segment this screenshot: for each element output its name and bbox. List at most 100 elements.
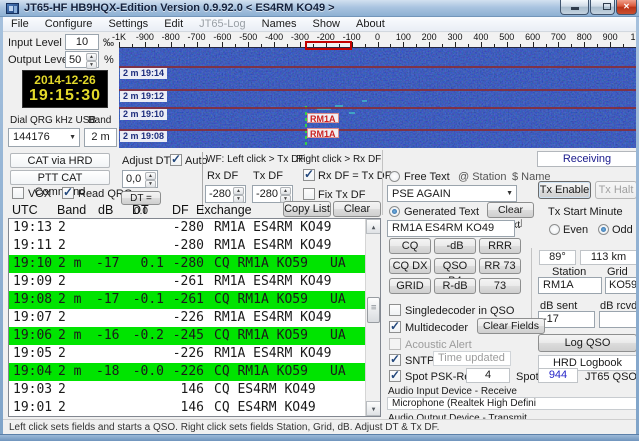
read-qrg-checkbox[interactable]: ✓ [62, 187, 74, 199]
cell-db [96, 381, 130, 399]
macro-73-button[interactable]: 73 [479, 278, 521, 294]
decode-rows: 19:132-280RM1A ES4RM KO4919:112-280RM1A … [9, 219, 380, 417]
decode-row[interactable]: 19:112-280RM1A ES4RM KO49 [9, 237, 380, 255]
rx-df-down[interactable]: ▼ [233, 195, 244, 203]
callsign-tag[interactable]: RM1A [307, 113, 339, 123]
ruler-label: -600 [213, 32, 231, 42]
cell-band: 2 [58, 237, 96, 255]
cell-band: 2 [58, 399, 96, 417]
dt-down[interactable]: ▼ [145, 180, 156, 188]
macro-rdb-button[interactable]: R-dB [434, 278, 476, 294]
generated-text-radio[interactable] [389, 206, 400, 217]
window-border-left [0, 0, 3, 441]
tx-enable-button[interactable]: Tx Enable [538, 181, 591, 199]
even-radio[interactable] [549, 224, 560, 235]
clear-fields-button[interactable]: Clear Fields [477, 318, 545, 334]
db-sent-input[interactable]: -17 [538, 311, 595, 328]
macro-grid-button[interactable]: GRID [389, 278, 431, 294]
chevron-down-icon[interactable]: ▼ [506, 190, 513, 197]
rx-df-stepper[interactable]: -280 ▲▼ [205, 185, 246, 203]
macro-db-button[interactable]: -dB [434, 238, 476, 254]
tx-message-input[interactable]: RM1A ES4RM KO49 [387, 220, 515, 237]
macro-rr73-button[interactable]: RR 73 [479, 258, 521, 274]
tx-halt-button[interactable]: Tx Halt [595, 181, 637, 199]
chevron-down-icon[interactable]: ▼ [69, 134, 76, 141]
ruler-label: 900 [603, 32, 618, 42]
menu-item-settings[interactable]: Settings [100, 17, 156, 32]
tx-df-up[interactable]: ▲ [280, 187, 291, 195]
decode-row[interactable]: 19:132-280RM1A ES4RM KO49 [9, 219, 380, 237]
menu-item-names[interactable]: Names [254, 17, 305, 32]
singledecoder-checkbox[interactable]: ✓ [389, 304, 401, 316]
macro-cq-button[interactable]: CQ [389, 238, 431, 254]
decode-row[interactable]: 19:072-226RM1A ES4RM KO49 [9, 309, 380, 327]
output-level-up[interactable]: ▲ [86, 53, 97, 61]
decode-row[interactable]: 19:062 m-16-0.2-245CQ RM1A KO59UA [9, 327, 380, 345]
minimize-icon [571, 7, 579, 10]
fix-tx-df-checkbox[interactable]: ✓ [303, 188, 315, 200]
rx-eq-tx-checkbox[interactable]: ✓ [303, 169, 315, 181]
grid-input[interactable]: KO59 [605, 277, 637, 294]
message-select[interactable]: PSE AGAIN ▼ [387, 185, 517, 202]
menu-item-about[interactable]: About [348, 17, 393, 32]
cell-exchange: CQ RM1A KO59 [204, 327, 322, 345]
output-level-stepper[interactable]: 50 ▲▼ [65, 51, 99, 68]
vox-checkbox[interactable]: ✓ [12, 187, 24, 199]
cell-dt [130, 219, 164, 237]
menu-item-file[interactable]: File [3, 17, 37, 32]
decode-row[interactable]: 19:032146CQ ES4RM KO49 [9, 381, 380, 399]
db-rcvd-input[interactable] [599, 311, 637, 328]
multidecoder-checkbox[interactable]: ✓ [389, 321, 401, 333]
ruler-label: 800 [577, 32, 592, 42]
macro-cqdx-button[interactable]: CQ DX [389, 258, 431, 274]
ruler-label: 600 [525, 32, 540, 42]
cat-via-hrd-button[interactable]: CAT via HRD [10, 153, 110, 168]
scroll-up-icon[interactable]: ▲ [366, 219, 381, 234]
clear-text-button[interactable]: Clear Text [487, 202, 534, 218]
decode-row[interactable]: 19:012146CQ ES4RM KO49 [9, 399, 380, 417]
cell-exchange: CQ RM1A KO59 [204, 255, 322, 273]
macro-qsob4-button[interactable]: QSO B4 [434, 258, 476, 274]
decode-row[interactable]: 19:052-226RM1A ES4RM KO49 [9, 345, 380, 363]
ruler-label: 500 [499, 32, 514, 42]
dial-qrg-combo[interactable]: 144176 ▼ [8, 128, 80, 147]
scrollbar-thumb[interactable] [367, 297, 380, 323]
odd-radio[interactable] [598, 224, 609, 235]
menu-item-configure[interactable]: Configure [37, 17, 101, 32]
dt-up[interactable]: ▲ [145, 172, 156, 180]
log-qso-button[interactable]: Log QSO [538, 334, 637, 352]
dt-stepper[interactable]: 0,0 ▲▼ [122, 170, 158, 188]
callsign-tag[interactable]: RM1A [307, 128, 339, 138]
waterfall-display[interactable]: 2 m 19:142 m 19:122 m 19:102 m 19:08RM1A… [119, 47, 636, 148]
acoustic-alert-checkbox[interactable]: ✓ [389, 338, 401, 350]
cell-utc: 19:04 [13, 363, 58, 381]
scrollbar[interactable]: ▲ ▼ [365, 219, 380, 416]
macro-rrr-button[interactable]: RRR [479, 238, 521, 254]
input-level-field[interactable]: 10 [65, 34, 99, 50]
decode-row[interactable]: 19:082 m-17-0.1-261CQ RM1A KO59UA [9, 291, 380, 309]
maximize-button[interactable] [590, 0, 615, 15]
clear-list-button[interactable]: Clear List [333, 201, 381, 217]
auto-dt-checkbox[interactable]: ✓ [170, 154, 182, 166]
free-text-radio[interactable] [389, 171, 400, 182]
output-level-down[interactable]: ▼ [86, 61, 97, 69]
menu-bar: FileConfigureSettingsEditJT65-LogNamesSh… [3, 17, 636, 32]
decode-row[interactable]: 19:092-261RM1A ES4RM KO49 [9, 273, 380, 291]
copy-list-button[interactable]: Copy List [283, 201, 331, 217]
minimize-button[interactable] [560, 0, 589, 15]
menu-item-edit[interactable]: Edit [156, 17, 191, 32]
cell-band: 2 [58, 273, 96, 291]
decode-row[interactable]: 19:042 m-18-0.0-226CQ RM1A KO59UA [9, 363, 380, 381]
sntp-label: SNTP [405, 355, 434, 367]
sntp-checkbox[interactable]: ✓ [389, 354, 401, 366]
ptt-cat-command-button[interactable]: PTT CAT Command [10, 170, 110, 185]
ruler-label: 200 [422, 32, 437, 42]
rx-df-up[interactable]: ▲ [233, 187, 244, 195]
scroll-down-icon[interactable]: ▼ [366, 401, 381, 416]
station-input[interactable]: RM1A [538, 277, 602, 294]
spot-psk-checkbox[interactable]: ✓ [389, 370, 401, 382]
menu-item-show[interactable]: Show [304, 17, 348, 32]
decode-row[interactable]: 19:102 m-170.1-280CQ RM1A KO59UA [9, 255, 380, 273]
close-button[interactable]: ✕ [616, 0, 637, 15]
ruler-label: 0 [375, 32, 380, 42]
